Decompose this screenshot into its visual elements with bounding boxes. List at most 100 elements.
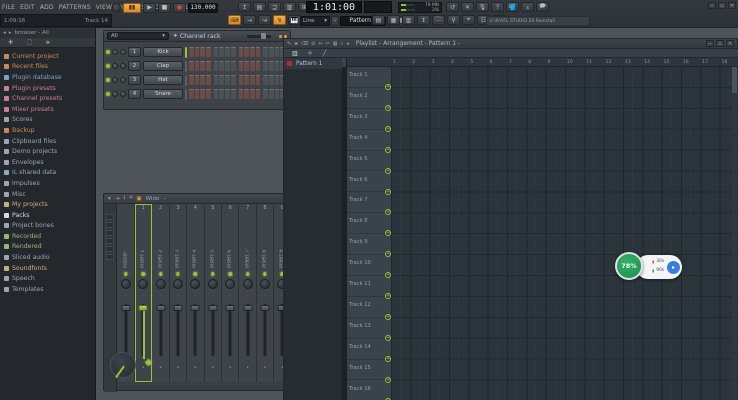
playlist-track-header[interactable]: Track 15 [347,360,391,381]
playlist-track-header[interactable]: Track 6 [347,172,391,193]
fx-icon[interactable]: ▣ [136,196,141,202]
browser-item[interactable]: Recent files [0,62,95,73]
mixer-mute-led[interactable] [176,272,180,276]
mixer-fader-handle[interactable] [226,305,235,311]
step-button[interactable] [256,61,261,71]
step-button[interactable] [250,89,255,99]
multilink-icon[interactable]: ↝ [258,15,271,25]
playlist-timeline[interactable]: 123456789101112131415161718 [347,58,738,67]
step-button[interactable] [206,61,211,71]
back-icon[interactable]: ◂ [3,30,6,36]
step-button[interactable] [263,61,268,71]
channel-select-bracket[interactable] [185,75,187,86]
overlay-action-button[interactable]: ▸ [667,261,680,274]
mixer-pan-knob[interactable] [243,279,253,289]
mixer-pan-knob[interactable] [156,279,166,289]
minimize-button[interactable]: ─ [708,2,716,9]
mixer-fader-handle[interactable] [191,305,200,311]
mixer-route-arrow[interactable]: ▴ [222,364,238,369]
channel-name-button[interactable]: Kick [143,47,183,57]
step-button[interactable] [195,75,200,85]
recent-path-display[interactable]: E:\KV\FL STUDIO 20 Reinstall [486,16,590,26]
browser-item[interactable]: Soundfonts [0,263,95,274]
step-button[interactable] [250,61,255,71]
chevron-down-icon[interactable]: ▾ [108,196,111,202]
step-button[interactable] [189,47,194,57]
mixer-pan-knob[interactable] [208,279,218,289]
browser-item[interactable]: Plugin presets [0,83,95,94]
mixer-fader-handle[interactable] [173,305,182,311]
browser-item[interactable]: Plugin database [0,72,95,83]
step-button[interactable] [239,75,244,85]
mixer-route-arrow[interactable]: ▴ [170,364,186,369]
step-button[interactable] [244,75,249,85]
step-button[interactable] [250,75,255,85]
browser-item[interactable]: Demo projects [0,146,95,157]
mixer-track[interactable]: 5Insert 5◦▴ [205,204,222,382]
channel-name-button[interactable]: Hat [143,75,183,85]
channel-volume-knob[interactable] [120,91,126,97]
browser-item[interactable]: Recorded [0,231,95,242]
mixer-mute-led[interactable] [211,272,215,276]
browser-item[interactable]: Impulses [0,178,95,189]
step-button[interactable] [231,47,236,57]
wait-input-icon[interactable]: ⊒ [268,2,281,12]
mixer-pan-knob[interactable] [138,279,148,289]
add-marker-icon[interactable]: ✛ [308,50,313,57]
mixer-mute-led[interactable] [124,272,128,276]
mixer-mute-led[interactable] [141,272,145,276]
menu-item-add[interactable]: ADD [40,4,54,11]
step-button[interactable] [225,89,230,99]
browser-item[interactable]: Mixer presets [0,104,95,115]
paint-tool-icon[interactable]: ▰ [294,41,298,47]
tempo-display[interactable]: 130.000 [188,3,218,13]
step-button[interactable] [200,47,205,57]
plugin-icon[interactable]: ⌅ [521,2,534,12]
channel-volume-knob[interactable] [120,63,126,69]
detach-icon[interactable]: ⌗ [129,195,132,202]
strip-slot[interactable] [106,238,114,244]
cut-icon[interactable]: ✕ [461,2,474,12]
mixer-fader-handle[interactable] [121,305,130,311]
browser-item[interactable]: Backup [0,125,95,136]
channel-pan-knob[interactable] [112,91,118,97]
browser-item[interactable]: Sliced audio [0,252,95,263]
delete-tool-icon[interactable]: ⌫ [301,41,308,47]
recording-overlay-widget[interactable]: ▮ 30s ▮ 90s ▸ 78% [615,252,685,282]
strip-slot[interactable] [106,246,114,252]
mixer-pan-bigknob[interactable] [110,352,136,378]
browser-item[interactable]: Misc [0,189,95,200]
mixer-fader-handle[interactable] [208,305,217,311]
playlist-maximize-button[interactable]: ▫ [716,40,724,47]
step-button[interactable] [275,89,280,99]
step-button[interactable] [231,61,236,71]
slip-tool-icon[interactable]: ↔ [318,41,322,47]
pattern-minus-button[interactable]: - [331,16,339,26]
mixer-track[interactable]: 6Insert 6◦▴ [222,204,239,382]
step-button[interactable] [275,47,280,57]
glide-icon[interactable]: ↯ [273,15,286,25]
channel-pan-knob[interactable] [112,49,118,55]
playlist-track-header[interactable]: Track 5 [347,151,391,172]
channel-number-button[interactable]: 2 [128,61,141,71]
countdown-icon[interactable]: ▥ [283,2,296,12]
browser-item[interactable]: Project bones [0,221,95,232]
step-button[interactable] [263,89,268,99]
step-button[interactable] [263,75,268,85]
channel-name-button[interactable]: Clap [143,61,183,71]
step-button[interactable] [225,47,230,57]
channel-mute-led[interactable] [106,92,110,96]
step-button[interactable] [219,47,224,57]
browser-item[interactable]: Envelopes [0,157,95,168]
mixer-pan-knob[interactable] [260,279,270,289]
pattern-picker-item[interactable]: Pattern 1 [284,58,346,69]
channel-mute-led[interactable] [106,64,110,68]
mixer-pan-knob[interactable] [173,279,183,289]
step-button[interactable] [200,75,205,85]
playlist-track-header[interactable]: Track 4 [347,130,391,151]
step-button[interactable] [195,47,200,57]
strip-slot[interactable] [106,230,114,236]
channel-volume-knob[interactable] [120,77,126,83]
channel-select-bracket[interactable] [185,89,187,100]
step-button[interactable] [244,61,249,71]
